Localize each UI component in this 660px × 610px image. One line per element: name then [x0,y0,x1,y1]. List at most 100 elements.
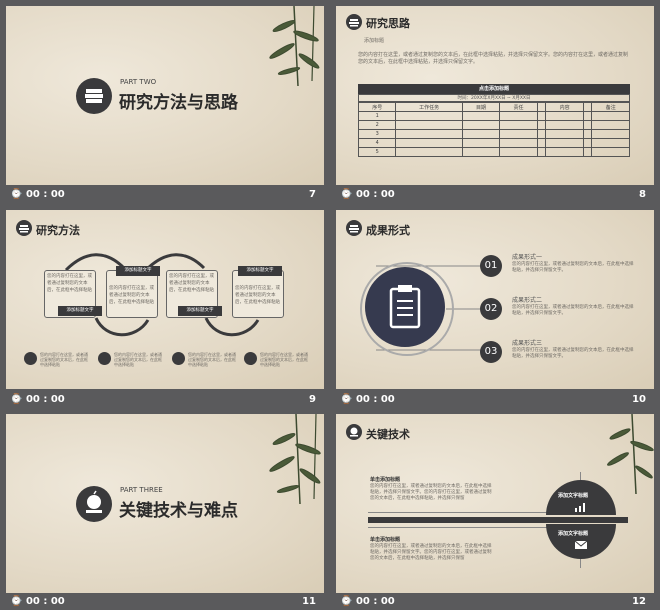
body-paragraph: 您的内容打在这里，或者通过复制您的文本后，在此框中选择粘贴，并选择只保留文字。您… [358,52,629,65]
slide-9[interactable]: 研究方法 您的内容打在这里，或者通过复制您的文本后，在此框中选择粘贴 添加标题文… [6,210,324,389]
books-icon [349,19,359,27]
slide-12[interactable]: 关键技术 单击添加标题 您的内容打在这里，或者通过复制您的文本后，在此框中选择粘… [336,414,654,593]
result-desc-2: 您的内容打在这里，或者通过复制您的文本后，在此框中选择粘贴，并选择只保留文字。 [512,305,634,316]
slide-8[interactable]: 研究思路 添加标题 您的内容打在这里，或者通过复制您的文本后，在此框中选择粘贴，… [336,6,654,185]
slide-11[interactable]: PART THREE 关键技术与难点 [6,414,324,593]
slide-heading: 研究思路 [366,17,410,30]
bottom-text-2: 您的内容打在这里，或者通过复制您的文本后，在此框中选择粘贴 [114,352,162,367]
table-row: 1 [357,111,630,121]
tech-label-2: 添加文字标题 [558,531,589,537]
slide-number: 11 [302,596,316,607]
slide-time: 00 : 00 [25,596,65,607]
clipboard-icon [389,285,421,329]
slide-number: 12 [632,596,646,607]
result-desc-1: 您的内容打在这里，或者通过复制您的文本后，在此框中选择粘贴，并选择只保留文字。 [512,262,634,273]
slide-number: 9 [309,394,316,405]
block-desc-1: 您的内容打在这里，或者通过复制您的文本后，在此框中选择粘贴，并选择只保留文字。您… [370,484,492,501]
table-time: 时间：20XX年X月XX日 ~ X月XX日 [358,94,630,102]
slide-10[interactable]: 成果形式 01 成果形式一 您的内容打在这里，或者通过复制您的文本后，在此框中选… [336,210,654,389]
tech-label-1: 添加文字标题 [558,493,589,499]
clock-icon: ⌚ [340,394,356,405]
bottom-text-4: 您的内容打在这里，或者通过复制您的文本后，在此框中选择粘贴 [260,352,308,367]
col-header: 责任 [499,102,538,112]
schedule-table: 序号 工作任务 目期 责任 内容 备注 1 2 3 4 5 [357,102,630,157]
result-main-circle [365,267,445,347]
heading-icon-circle [346,424,362,440]
table-row: 5 [357,147,630,157]
col-header: 序号 [357,102,397,112]
slide-number: 7 [309,189,316,200]
block-desc-2: 您的内容打在这里，或者通过复制您的文本后，在此框中选择粘贴，并选择只保留文字。您… [370,544,492,561]
slide-8-footer: ⌚ 00 : 00 8 [336,185,654,205]
result-number-1: 01 [480,255,502,277]
slide-time: 00 : 00 [355,394,395,405]
slide-12-footer: ⌚ 00 : 00 12 [336,594,654,610]
part-label: PART TWO [120,78,157,86]
clock-icon: ⌚ [340,596,356,607]
process-label-1: 添加标题文字 [58,306,102,316]
section-icon-circle [76,78,112,114]
quote-icon [172,352,185,365]
table-header-row: 序号 工作任务 目期 责任 内容 备注 [357,102,630,112]
sub-title: 添加标题 [364,38,385,44]
heading-icon-circle [346,14,362,30]
result-number-2: 02 [480,298,502,320]
bottom-text-3: 您的内容打在这里，或者通过复制您的文本后，在此框中选择粘贴 [188,352,236,367]
part-label: PART THREE [120,486,163,494]
table-row: 3 [357,129,630,139]
col-header: 工作任务 [395,102,463,112]
slide-7-footer: ⌚ 00 : 00 7 [6,185,324,205]
table-row: 2 [357,120,630,130]
slide-9-footer: ⌚ 00 : 00 9 [6,390,324,410]
comments-icon [244,352,257,365]
bamboo-decoration [269,414,321,504]
process-box-2: 您的内容打在这里，或者通过复制您的文本后，在此框中选择粘贴 [106,270,158,318]
section-icon-circle [76,486,112,522]
slide-time: 00 : 00 [355,596,395,607]
block-title-1: 单击添加标题 [370,477,401,483]
section-title: 关键技术与难点 [119,501,238,521]
process-box-4: 您的内容打在这里，或者通过复制您的文本后，在此框中选择粘贴 [232,270,284,318]
quote-icon [98,352,111,365]
result-title-3: 成果形式三 [512,340,543,347]
col-header: 内容 [545,102,584,112]
result-number-3: 03 [480,341,502,363]
slide-11-footer: ⌚ 00 : 00 11 [6,594,324,610]
slide-number: 8 [639,189,646,200]
table-title-bar: 点击添加标题 [358,84,630,94]
slide-heading: 研究方法 [36,224,80,237]
process-label-4: 添加标题文字 [238,266,282,276]
result-title-1: 成果形式一 [512,254,543,261]
slide-10-footer: ⌚ 00 : 00 10 [336,390,654,410]
slide-7[interactable]: PART TWO 研究方法与思路 [6,6,324,185]
process-label-3: 添加标题文字 [178,306,222,316]
heading-icon-circle [16,220,32,236]
slide-number: 10 [632,394,646,405]
process-label-2: 添加标题文字 [116,266,160,276]
block-title-2: 单击添加标题 [370,537,401,543]
chart-icon [575,503,585,512]
books-icon [85,89,103,103]
slide-time: 00 : 00 [25,189,65,200]
books-icon [19,225,29,233]
slide-heading: 关键技术 [366,428,410,441]
bamboo-decoration [269,6,320,86]
col-header [536,102,547,112]
result-desc-3: 您的内容打在这里，或者通过复制您的文本后，在此框中选择粘贴，并选择只保留文字。 [512,348,634,359]
divider-bar [368,517,628,523]
result-title-2: 成果形式二 [512,297,543,304]
clock-icon: ⌚ [10,189,26,200]
bamboo-decoration [607,414,654,494]
clock-icon: ⌚ [10,394,26,405]
col-header [582,102,593,112]
slide-time: 00 : 00 [25,394,65,405]
section-title: 研究方法与思路 [119,93,238,113]
apple-icon [86,490,102,513]
mail-icon [574,540,588,549]
apple-icon [350,427,358,437]
slide-time: 00 : 00 [355,189,395,200]
speech-bubble-icon [24,352,37,365]
clock-icon: ⌚ [340,189,356,200]
clock-icon: ⌚ [10,596,26,607]
bottom-text-1: 您的内容打在这里，或者通过复制您的文本后，在此框中选择粘贴 [40,352,88,367]
